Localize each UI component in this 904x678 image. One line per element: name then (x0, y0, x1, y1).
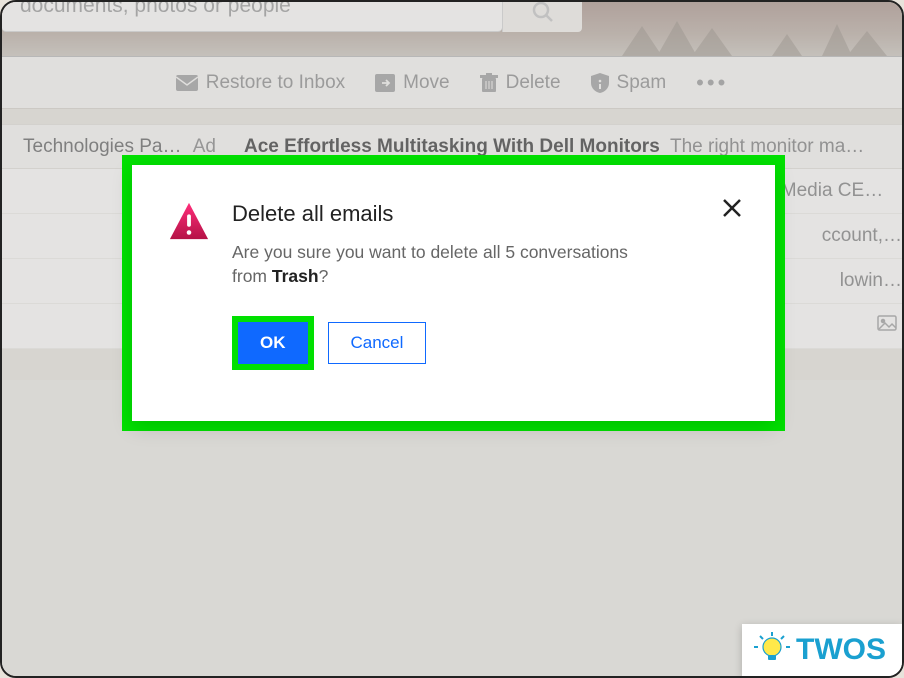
delete-all-confirm-dialog: Delete all emails Are you sure you want … (132, 165, 775, 421)
warning-icon (168, 201, 210, 248)
dialog-message: Are you sure you want to delete all 5 co… (232, 241, 662, 288)
tutorial-highlight-dialog: Delete all emails Are you sure you want … (122, 155, 785, 431)
tutorial-highlight-ok: OK (232, 316, 314, 370)
lightbulb-icon (754, 632, 790, 668)
dialog-close-button[interactable] (721, 197, 743, 224)
ok-button[interactable]: OK (238, 322, 308, 364)
watermark-text: TWOS (796, 633, 886, 667)
mail-app-window: documents, photos or people Restore to I… (0, 0, 904, 678)
twos-watermark: TWOS (742, 624, 902, 676)
dialog-title: Delete all emails (232, 201, 662, 227)
close-icon (721, 197, 743, 219)
cancel-button[interactable]: Cancel (328, 322, 427, 364)
